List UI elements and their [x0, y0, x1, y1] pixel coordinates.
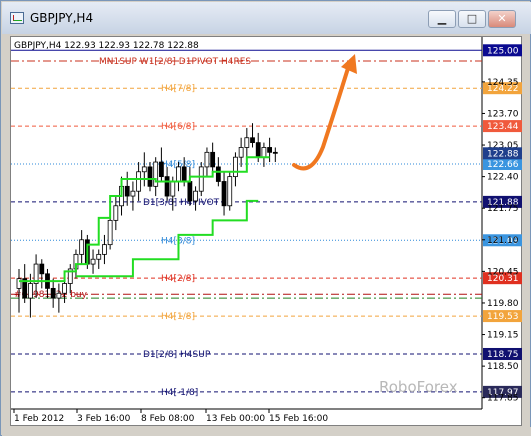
- candle-body-23: [147, 166, 153, 187]
- time-label-4: 15 Feb 16:00: [269, 414, 328, 424]
- candle-body-40: [244, 137, 250, 148]
- price-tag-text-d1-h4sup: 118.75: [487, 350, 519, 360]
- time-label-1: 3 Feb 16:00: [77, 414, 131, 424]
- price-chart[interactable]: GBPJPY,H4 122.93 122.93 122.78 122.88 125…: [11, 37, 523, 427]
- candle-body-26: [164, 176, 170, 197]
- candle-body-37: [227, 176, 233, 207]
- price-tick-label-3: 122.40: [487, 173, 519, 183]
- candle-body-2: [27, 283, 33, 299]
- level-label-h4-7-8: H4[7/8]: [161, 84, 195, 94]
- level-label-h4-0-8: H4[-1/8]: [161, 388, 198, 398]
- chart-header-label: GBPJPY,H4 122.93 122.93 122.78 122.88: [14, 41, 199, 51]
- candle-body-13: [90, 258, 96, 265]
- candle-body-29: [181, 166, 187, 182]
- price-tick-label-8: 119.15: [487, 331, 519, 341]
- time-label-2: 8 Feb 08:00: [141, 414, 195, 424]
- price-tick-label-5: 121.10: [487, 236, 519, 246]
- candle-body-22: [141, 166, 147, 173]
- candle-body-14: [96, 253, 102, 260]
- price-tick-label-1: 123.70: [487, 109, 519, 119]
- candle-body-39: [238, 147, 244, 158]
- forecast-arrow-path: [292, 63, 351, 171]
- chart-app-icon: [10, 12, 24, 24]
- maximize-button[interactable]: □: [458, 10, 486, 28]
- level-label-d1-h4sup: D1[2/8] H4SUP: [143, 350, 211, 360]
- window-title: GBPJPY,H4: [30, 11, 94, 25]
- candle-body-34: [210, 151, 216, 168]
- candle-body-27: [170, 181, 176, 197]
- time-label-0: 1 Feb 2012: [14, 414, 64, 424]
- price-tag-text-h4-1-8: 119.53: [487, 312, 519, 322]
- candle-body-15: [102, 244, 107, 255]
- close-button[interactable]: ✕: [488, 10, 516, 28]
- roboforex-watermark: RoboForex: [379, 378, 458, 396]
- candle-body-7: [56, 292, 62, 299]
- candle-body-43: [261, 147, 267, 158]
- candle-body-21: [136, 171, 142, 192]
- minimize-button[interactable]: ▁: [428, 10, 456, 28]
- chart-window: GBPJPY,H4 ▁ □ ✕ GBPJPY,H4 122.93 122.93 …: [0, 0, 531, 436]
- candle-body-30: [187, 181, 193, 202]
- candle-body-20: [130, 190, 136, 197]
- candle-body-33: [204, 151, 210, 168]
- level-label-h4-2-8: H4[2/8]: [161, 274, 195, 284]
- candle-body-19: [124, 185, 130, 197]
- candle-body-28: [176, 166, 181, 182]
- candle-body-38: [233, 156, 238, 178]
- candle-body-17: [113, 205, 119, 221]
- price-tick-label-0: 124.35: [487, 78, 519, 88]
- candle-body-35: [215, 166, 221, 182]
- candle-body-36: [221, 181, 227, 207]
- level-label-d1-pivot: D1[3/8] H4PIVOT: [143, 198, 220, 208]
- level-label-h4-1-8: H4[1/8]: [161, 312, 195, 322]
- candle-body-16: [107, 219, 113, 246]
- candle-body-4: [39, 263, 45, 275]
- level-label-h4-6-8: H4[6/8]: [161, 122, 195, 132]
- candle-body-8: [62, 283, 67, 294]
- price-tick-label-7: 119.80: [487, 299, 519, 309]
- price-tag-text-h4-5-8: 122.66: [487, 160, 519, 170]
- candle-body-45: [272, 151, 278, 154]
- candle-body-6: [50, 287, 56, 299]
- price-tag-text-top-line: 125.00: [487, 46, 519, 56]
- candle-body-42: [255, 142, 261, 158]
- price-tick-label-4: 121.75: [487, 204, 519, 214]
- price-tick-label-9: 118.50: [487, 362, 519, 372]
- candle-body-25: [158, 161, 164, 178]
- status-strip: [2, 427, 531, 436]
- price-tick-label-10: 117.85: [487, 394, 519, 404]
- candle-body-41: [250, 137, 255, 144]
- price-tick-label-6: 120.45: [487, 267, 519, 277]
- candle-body-44: [267, 147, 273, 153]
- title-bar[interactable]: GBPJPY,H4 ▁ □ ✕: [2, 2, 531, 34]
- chart-area[interactable]: GBPJPY,H4 122.93 122.93 122.78 122.88 125…: [10, 36, 522, 426]
- candle-body-11: [79, 239, 85, 255]
- price-tag-text-h4-6-8: 123.44: [487, 122, 519, 132]
- candle-body-32: [198, 166, 204, 192]
- time-label-3: 13 Feb 00:00: [206, 414, 265, 424]
- candle-body-24: [153, 161, 159, 187]
- current-price-text: 122.88: [487, 149, 519, 159]
- candle-body-31: [193, 190, 198, 202]
- level-label-mn1sup: MN1SUP W1[2/8] D1PIVOT H4RES: [99, 57, 251, 67]
